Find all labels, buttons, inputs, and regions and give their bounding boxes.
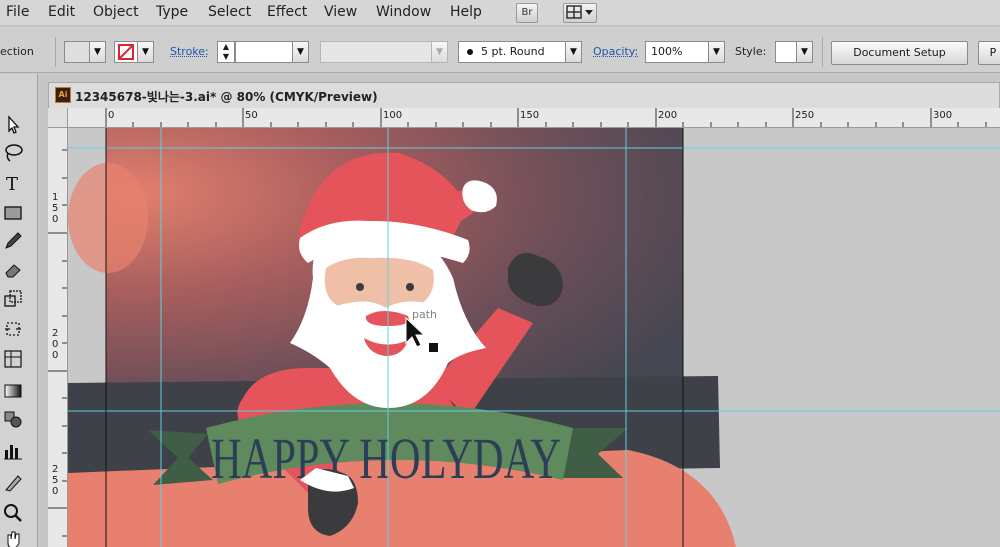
stroke-link[interactable]: Stroke:: [170, 45, 209, 58]
menu-window[interactable]: Window: [376, 4, 431, 20]
separator: [55, 37, 56, 67]
menu-effect[interactable]: Effect: [267, 4, 307, 20]
menu-view[interactable]: View: [324, 4, 357, 20]
rectangle-tool[interactable]: [2, 202, 24, 224]
shape-builder-icon: [4, 350, 22, 368]
fill-dropdown[interactable]: ▼: [89, 41, 106, 63]
graphic-style-dropdown[interactable]: ▼: [796, 41, 813, 63]
lasso-tool[interactable]: [2, 142, 24, 164]
opacity-link[interactable]: Opacity:: [593, 45, 638, 58]
ruler-origin[interactable]: [48, 108, 68, 128]
column-graph-tool[interactable]: [2, 440, 24, 462]
santa-eye-right: [406, 283, 414, 291]
v-ruler-label: 1 5 0: [52, 192, 59, 225]
document-title: 12345678-빛나는-3.ai* @ 80% (CMYK/Preview): [75, 90, 378, 104]
menu-help[interactable]: Help: [450, 4, 482, 20]
control-bar: ection ▼ ▼ Stroke: ▲ ▼ ▼ ▼ 5 pt. Round ▼ …: [0, 27, 1000, 73]
selection-label: ection: [0, 45, 34, 58]
style-label: Style:: [735, 45, 767, 58]
brush-value: 5 pt. Round: [481, 45, 545, 58]
brush-definition-field[interactable]: 5 pt. Round: [458, 41, 566, 63]
h-ruler-label: 150: [520, 110, 540, 121]
stroke-swatch[interactable]: [114, 41, 138, 63]
eraser-tool[interactable]: [2, 258, 24, 280]
shape-builder-tool[interactable]: [2, 348, 24, 370]
artboard-canvas[interactable]: HAPPY HOLYDAY path: [68, 128, 1000, 547]
opacity-field[interactable]: 100%: [645, 41, 709, 63]
slice-icon: [5, 475, 22, 492]
h-ruler-label: 100: [383, 110, 403, 121]
artwork: HAPPY HOLYDAY path: [68, 128, 1000, 547]
scale-tool[interactable]: [2, 288, 24, 310]
glow-spot: [68, 163, 148, 273]
ai-file-icon: Ai: [55, 87, 71, 103]
eraser-icon: [5, 264, 21, 278]
menu-bar: File Edit Object Type Select Effect View…: [0, 0, 1000, 26]
menu-edit[interactable]: Edit: [48, 4, 75, 20]
menu-object[interactable]: Object: [93, 4, 139, 20]
type-tool[interactable]: T: [2, 172, 24, 195]
opacity-dropdown[interactable]: ▼: [708, 41, 725, 63]
v-ruler-label: 2 5 0: [52, 464, 59, 497]
rectangle-icon: [4, 206, 22, 220]
pencil-tool[interactable]: [2, 230, 24, 252]
document-tab[interactable]: Ai 12345678-빛나는-3.ai* @ 80% (CMYK/Previe…: [48, 82, 1000, 108]
bridge-button[interactable]: Br: [516, 3, 538, 23]
banner-text: HAPPY HOLYDAY: [211, 426, 561, 491]
stroke-weight-field[interactable]: [235, 41, 293, 63]
stroke-weight-dropdown[interactable]: ▼: [292, 41, 309, 63]
blend-tool[interactable]: [2, 408, 24, 430]
gradient-tool[interactable]: [2, 380, 24, 402]
blend-icon: [4, 411, 22, 428]
direct-selection-icon: [8, 115, 20, 134]
h-ruler-label: 50: [245, 110, 258, 121]
h-ruler-label: 0: [108, 110, 115, 121]
hand-icon: [7, 531, 20, 547]
column-graph-icon: [4, 445, 22, 460]
pencil-icon: [5, 232, 22, 249]
menu-type[interactable]: Type: [156, 4, 188, 20]
separator: [822, 37, 823, 67]
arrange-documents-icon: [566, 5, 593, 19]
slice-tool[interactable]: [2, 472, 24, 494]
direct-selection-tool[interactable]: [2, 114, 24, 136]
preferences-button[interactable]: P: [978, 41, 1000, 65]
menu-select[interactable]: Select: [208, 4, 251, 20]
menu-file[interactable]: File: [6, 4, 29, 20]
brush-dot-icon: [467, 49, 473, 55]
hover-path-hint: path: [412, 308, 437, 321]
scale-icon: [4, 290, 22, 307]
svg-text:T: T: [6, 174, 18, 194]
vertical-ruler[interactable]: 1 5 0 2 0 0 2 5 0: [48, 128, 68, 547]
variable-width-profile[interactable]: [320, 41, 432, 63]
variable-width-dropdown[interactable]: ▼: [431, 41, 448, 63]
stroke-swatch-dropdown[interactable]: ▼: [137, 41, 154, 63]
v-ruler-label: 2 0 0: [52, 328, 59, 361]
no-stroke-icon: [118, 44, 134, 60]
free-transform-icon: [5, 322, 21, 336]
fill-swatch[interactable]: [64, 41, 90, 63]
zoom-tool[interactable]: [2, 502, 24, 524]
document-setup-button[interactable]: Document Setup: [831, 41, 968, 65]
h-ruler-label: 300: [933, 110, 953, 121]
tools-panel: T: [0, 74, 38, 547]
arrange-documents-button[interactable]: [563, 3, 597, 23]
hand-tool[interactable]: [2, 528, 24, 547]
h-ruler-label: 250: [795, 110, 815, 121]
zoom-icon: [4, 504, 22, 522]
free-transform-tool[interactable]: [2, 318, 24, 340]
santa-eye-left: [356, 283, 364, 291]
lasso-icon: [5, 144, 23, 162]
brush-dropdown[interactable]: ▼: [565, 41, 582, 63]
gradient-icon: [4, 384, 22, 398]
type-icon: T: [6, 174, 18, 195]
santa-face: [324, 257, 434, 308]
horizontal-ruler[interactable]: 0 50 100 150 200 250 300: [68, 108, 1000, 128]
graphic-style-swatch[interactable]: [775, 41, 797, 63]
stroke-weight-stepper[interactable]: ▲ ▼: [217, 41, 235, 63]
h-ruler-label: 200: [658, 110, 678, 121]
